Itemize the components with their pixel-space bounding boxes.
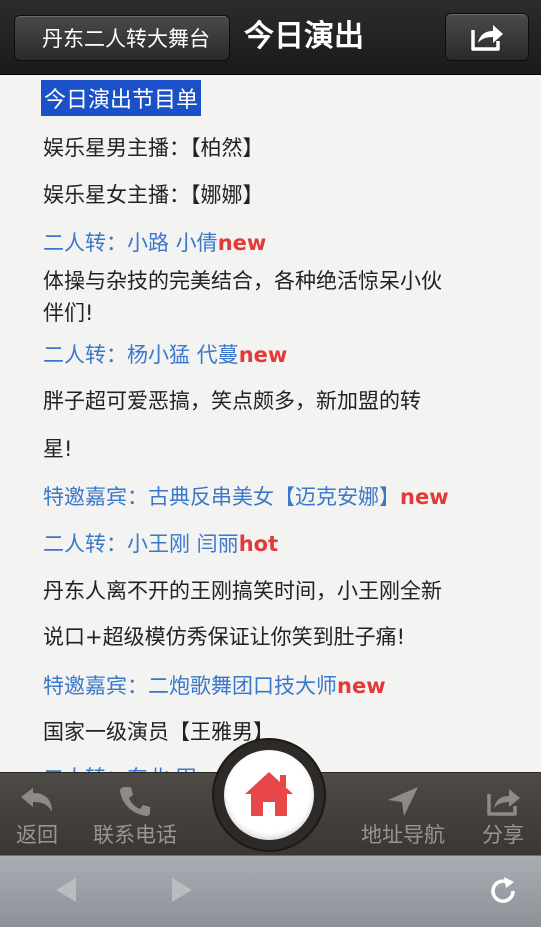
act-description: 说口+超级模仿秀保证让你笑到肚子痛! [43,625,406,649]
home-icon [245,772,293,816]
toolbar-navigation-button[interactable]: 地址导航 [350,773,456,855]
host-male: 娱乐星男主播：【柏然】 [43,136,264,160]
act-title: 二人转：小王刚 闫丽 [43,532,239,556]
new-tag: new [217,231,267,255]
toolbar-share-button[interactable]: 分享 [470,773,536,855]
navigation-arrow-icon [388,787,418,816]
new-tag: new [238,343,288,367]
act-item: 二人转：杨小猛 代蔓new [43,339,287,369]
right-arrow-icon [172,878,192,902]
toolbar-share-label: 分享 [482,823,524,847]
program-heading: 今日演出节目单 [41,80,202,116]
reload-icon [491,877,515,903]
undo-arrow-icon [21,788,52,812]
act-description: 丹东人离不开的王刚搞笑时间，小王刚全新 [43,579,442,603]
toolbar-back-label: 返回 [16,823,58,847]
guest-item: 特邀嘉宾：古典反串美女【迈克安娜】new [43,481,449,511]
share-button[interactable] [445,13,529,61]
home-button[interactable] [224,750,314,840]
guest-title: 特邀嘉宾：古典反串美女【迈克安娜】 [43,485,400,509]
hot-tag: hot [238,532,279,556]
toolbar-navigation-label: 地址导航 [361,823,445,847]
browser-reload-button[interactable] [488,876,518,910]
new-tag: new [400,485,449,509]
back-button[interactable]: 丹东二人转大舞台 [14,15,230,61]
phone-icon [120,787,150,816]
guest-title: 特邀嘉宾：二炮歌舞团口技大师 [43,674,337,698]
browser-bar [0,855,541,927]
toolbar-back-button[interactable]: 返回 [0,773,74,855]
host-female: 娱乐星女主播：【娜娜】 [43,183,264,207]
browser-back-button[interactable] [54,876,78,908]
toolbar-phone-label: 联系电话 [93,823,177,847]
browser-forward-button[interactable] [170,876,194,908]
act-description: 体操与杂技的完美结合，各种绝活惊呆小伙 [43,269,442,293]
act-title: 二人转：小路 小倩 [43,231,218,255]
act-item: 二人转：小王刚 闫丽hot [43,528,278,558]
act-title-partial: 二人转：东北 田 [43,762,197,772]
act-description: 星! [43,437,73,461]
performer-item: 国家一级演员【王雅男】 [43,720,274,744]
act-item: 二人转：小路 小倩new [43,227,266,257]
page-title: 今日演出 [244,19,364,54]
toolbar-phone-button[interactable]: 联系电话 [82,773,188,855]
nav-bar: 丹东二人转大舞台 今日演出 [0,0,541,75]
new-tag: new [337,674,386,698]
act-title: 二人转：杨小猛 代蔓 [43,343,239,367]
share-icon [487,789,520,816]
guest-item: 特邀嘉宾：二炮歌舞团口技大师new [43,670,386,700]
left-arrow-icon [56,878,76,902]
act-description: 胖子超可爱恶搞，笑点颇多，新加盟的转 [43,389,421,413]
share-box-icon [471,25,503,51]
program-list: 今日演出节目单 娱乐星男主播：【柏然】 娱乐星女主播：【娜娜】 二人转：小路 小… [0,75,541,772]
act-description: 伴们! [43,301,94,325]
